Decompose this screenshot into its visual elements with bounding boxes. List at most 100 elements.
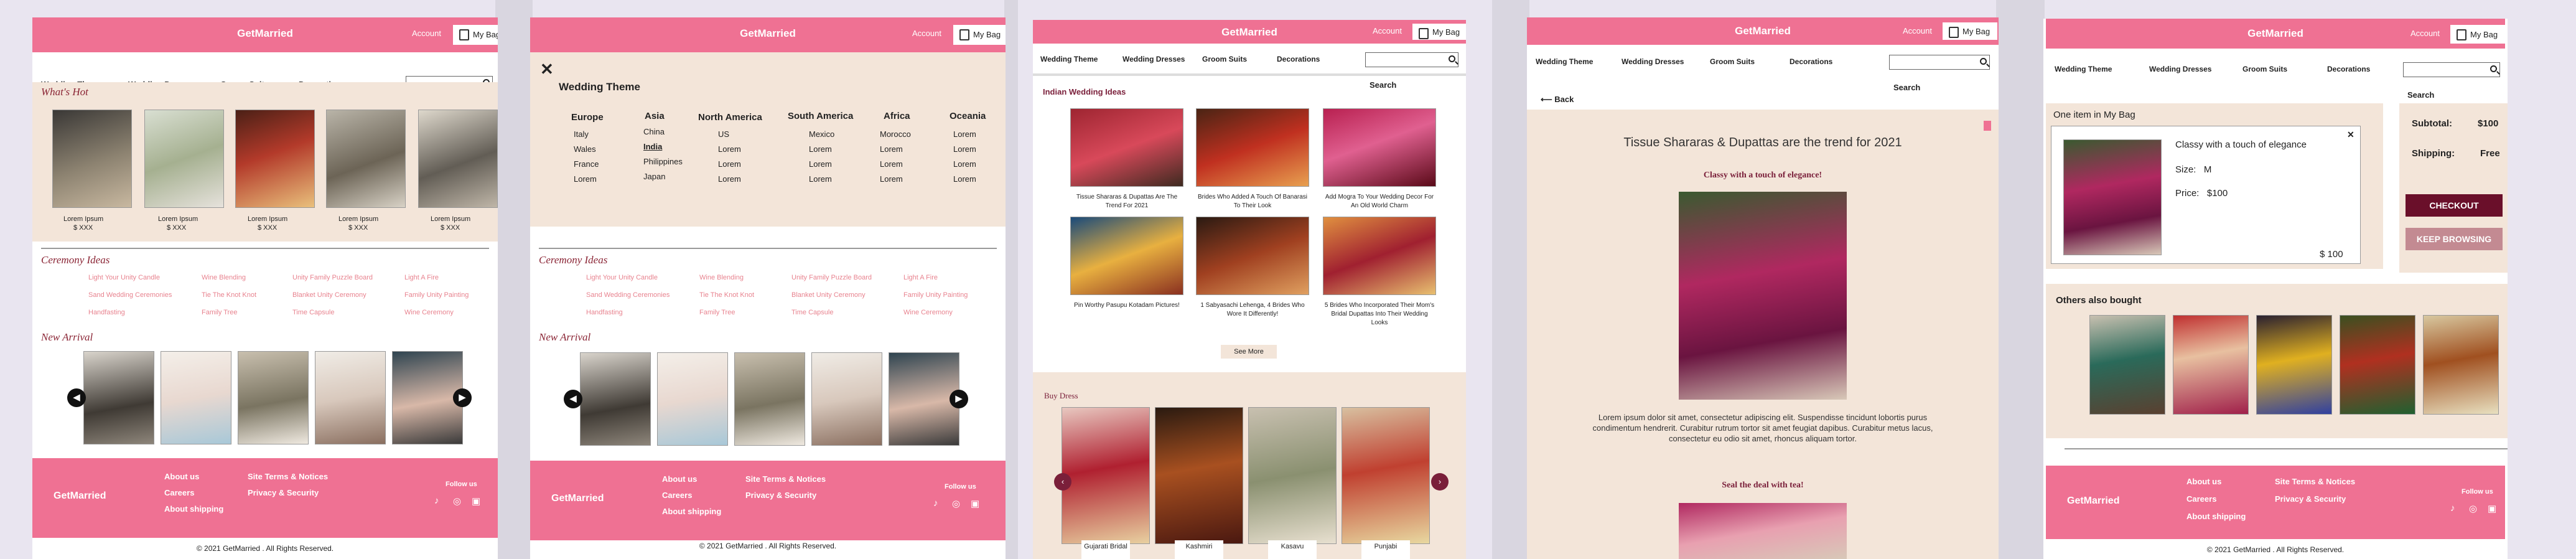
article-title[interactable]: Tissue Shararas & Dupattas Are The Trend…: [1070, 193, 1183, 210]
idea-link[interactable]: Wine Ceremony: [903, 309, 953, 316]
bookmark-icon[interactable]: [1984, 121, 1991, 131]
my-bag-button[interactable]: My Bag: [953, 25, 1006, 45]
footer-site-terms[interactable]: Site Terms & Notices: [745, 474, 826, 484]
back-link[interactable]: ⟵ Back: [1541, 95, 1574, 105]
footer-about-us[interactable]: About us: [662, 474, 697, 484]
country-item[interactable]: Lorem: [809, 142, 834, 157]
dress-label[interactable]: Punjabi: [1361, 540, 1410, 559]
nav-wedding-dresses[interactable]: Wedding Dresses: [1122, 55, 1185, 63]
region-south-america[interactable]: South America: [788, 111, 853, 121]
nav-groom-suits[interactable]: Groom Suits: [1202, 55, 1247, 63]
facebook-icon[interactable]: ▣: [2488, 503, 2496, 514]
arrival-photo[interactable]: [392, 351, 463, 444]
tiktok-icon[interactable]: ♪: [933, 498, 938, 509]
account-link[interactable]: Account: [1373, 26, 1402, 35]
product-photo[interactable]: [52, 110, 132, 208]
my-bag-button[interactable]: My Bag: [2450, 25, 2505, 44]
country-item[interactable]: Morocco: [880, 127, 911, 142]
idea-link[interactable]: Light Your Unity Candle: [88, 274, 160, 281]
country-item[interactable]: Mexico: [809, 127, 834, 142]
country-item[interactable]: Italy: [574, 127, 599, 142]
footer-about-shipping[interactable]: About shipping: [662, 507, 721, 516]
country-item[interactable]: Lorem: [953, 142, 976, 157]
product-photo[interactable]: [326, 110, 406, 208]
my-bag-button[interactable]: My Bag: [453, 25, 498, 45]
nav-groom-suits[interactable]: Groom Suits: [2242, 65, 2287, 73]
idea-link[interactable]: Blanket Unity Ceremony: [292, 291, 366, 299]
footer-privacy[interactable]: Privacy & Security: [745, 491, 816, 500]
idea-link[interactable]: Time Capsule: [791, 309, 833, 316]
nav-wedding-theme[interactable]: Wedding Theme: [1040, 55, 1098, 63]
account-link[interactable]: Account: [912, 29, 941, 38]
suggested-photo[interactable]: [2340, 315, 2415, 415]
country-item[interactable]: Lorem: [809, 172, 834, 187]
dress-label[interactable]: Kashmiri: [1175, 540, 1223, 559]
article-title[interactable]: Pin Worthy Pasupu Kotadam Pictures!: [1070, 301, 1183, 310]
my-bag-button[interactable]: My Bag: [1943, 22, 1997, 40]
arrival-photo[interactable]: [889, 352, 959, 446]
search-icon[interactable]: [1980, 58, 1987, 65]
close-icon[interactable]: ✕: [540, 60, 554, 79]
footer-privacy[interactable]: Privacy & Security: [2275, 494, 2346, 504]
article-photo[interactable]: [1196, 108, 1309, 187]
country-item[interactable]: Lorem: [574, 172, 599, 187]
nav-decorations[interactable]: Decorations: [2327, 65, 2370, 73]
see-more-button[interactable]: See More: [1221, 345, 1277, 359]
search-icon[interactable]: [2490, 65, 2497, 72]
article-photo[interactable]: [1070, 108, 1183, 187]
nav-decorations[interactable]: Decorations: [1790, 57, 1832, 66]
idea-link[interactable]: Tie The Knot Knot: [699, 291, 754, 299]
country-item-selected[interactable]: India: [643, 139, 683, 154]
tiktok-icon[interactable]: ♪: [434, 496, 439, 506]
arrival-photo[interactable]: [811, 352, 882, 446]
remove-item-icon[interactable]: ✕: [2347, 129, 2354, 140]
country-item[interactable]: Wales: [574, 142, 599, 157]
idea-link[interactable]: Light Your Unity Candle: [586, 274, 658, 281]
suggested-photo[interactable]: [2173, 315, 2249, 415]
footer-careers[interactable]: Careers: [164, 488, 194, 497]
carousel-prev-button[interactable]: ‹: [1054, 473, 1071, 491]
idea-link[interactable]: Handfasting: [586, 309, 623, 316]
country-item[interactable]: France: [574, 157, 599, 172]
idea-link[interactable]: Sand Wedding Ceremonies: [88, 291, 172, 299]
idea-link[interactable]: Handfasting: [88, 309, 125, 316]
country-item[interactable]: Lorem: [880, 142, 911, 157]
idea-link[interactable]: Time Capsule: [292, 309, 334, 316]
carousel-next-button[interactable]: ›: [1431, 473, 1449, 491]
footer-logo[interactable]: GetMarried: [54, 491, 106, 502]
article-photo[interactable]: [1196, 217, 1309, 295]
country-item[interactable]: Lorem: [880, 172, 911, 187]
footer-careers[interactable]: Careers: [662, 491, 692, 500]
product-photo[interactable]: [418, 110, 498, 208]
article-title[interactable]: 1 Sabyasachi Lehenga, 4 Brides Who Wore …: [1196, 301, 1309, 319]
idea-link[interactable]: Tie The Knot Knot: [202, 291, 256, 299]
arrival-photo[interactable]: [734, 352, 805, 446]
country-item[interactable]: Lorem: [809, 157, 834, 172]
instagram-icon[interactable]: ◎: [952, 498, 960, 509]
nav-decorations[interactable]: Decorations: [1277, 55, 1320, 63]
country-item[interactable]: Philippines: [643, 154, 683, 169]
country-item[interactable]: US: [718, 127, 741, 142]
article-photo[interactable]: [1070, 217, 1183, 295]
idea-link[interactable]: Light A Fire: [903, 274, 938, 281]
idea-link[interactable]: Light A Fire: [404, 274, 439, 281]
country-item[interactable]: Lorem: [718, 142, 741, 157]
account-link[interactable]: Account: [2410, 29, 2440, 38]
instagram-icon[interactable]: ◎: [453, 496, 461, 507]
carousel-next-button[interactable]: ▶: [453, 388, 472, 407]
article-title[interactable]: Brides Who Added A Touch Of Banarasi To …: [1196, 193, 1309, 210]
idea-link[interactable]: Family Tree: [202, 309, 237, 316]
region-africa[interactable]: Africa: [884, 111, 910, 121]
idea-link[interactable]: Unity Family Puzzle Board: [292, 274, 373, 281]
article-title[interactable]: 5 Brides Who Incorporated Their Mom's Br…: [1323, 301, 1436, 327]
arrival-photo[interactable]: [238, 351, 309, 444]
search-icon[interactable]: [1449, 55, 1455, 62]
idea-link[interactable]: Family Unity Painting: [903, 291, 968, 299]
region-europe[interactable]: Europe: [571, 112, 604, 123]
checkout-button[interactable]: CHECKOUT: [2406, 194, 2503, 217]
footer-logo[interactable]: GetMarried: [2067, 496, 2119, 507]
region-north-america[interactable]: North America: [698, 112, 762, 123]
dress-label[interactable]: Kasavu: [1268, 540, 1317, 559]
carousel-prev-button[interactable]: ◀: [564, 390, 582, 408]
article-title[interactable]: Add Mogra To Your Wedding Decor For An O…: [1323, 193, 1436, 210]
